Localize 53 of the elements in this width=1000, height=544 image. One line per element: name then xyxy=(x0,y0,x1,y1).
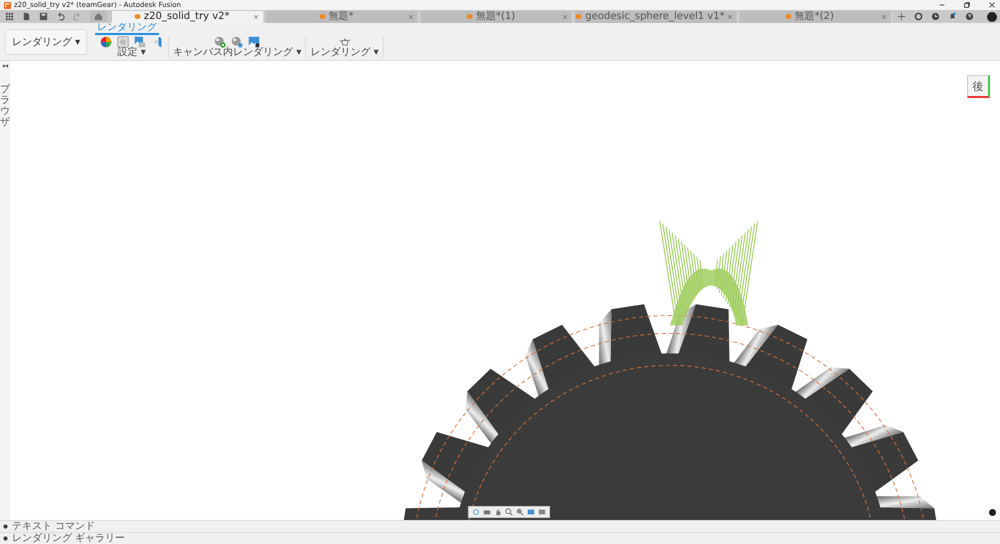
close-tab-icon[interactable] xyxy=(408,14,414,20)
expand-icon[interactable] xyxy=(2,64,8,68)
close-icon[interactable] xyxy=(988,1,996,9)
render-sphere-icon[interactable] xyxy=(213,36,228,48)
home-icon[interactable] xyxy=(90,11,107,22)
teapot-icon[interactable] xyxy=(338,36,352,48)
capture-image-icon[interactable] xyxy=(247,36,262,48)
avatar-icon[interactable] xyxy=(986,12,997,22)
bottom-panel[interactable]: レンダリング ギャラリー xyxy=(0,532,1000,544)
grid-settings-icon[interactable] xyxy=(538,508,546,516)
clock-icon[interactable] xyxy=(930,12,940,21)
panel-label: テキスト コマンド xyxy=(12,522,96,532)
undo-icon[interactable] xyxy=(56,12,65,21)
cube-icon xyxy=(784,13,792,20)
view-cube[interactable]: 後 xyxy=(967,75,990,98)
document-tab[interactable]: 無題* xyxy=(266,10,419,22)
color-wheel-icon[interactable] xyxy=(99,36,114,48)
group-dropdown[interactable]: キャンバス内レンダリング ▾ xyxy=(173,48,302,58)
group-dropdown[interactable]: レンダリング ▾ xyxy=(310,48,379,58)
panel-dot-icon xyxy=(3,524,8,529)
close-tab-icon[interactable] xyxy=(880,14,887,20)
help-icon[interactable] xyxy=(964,12,974,21)
fit-zoom-icon[interactable] xyxy=(516,508,524,516)
panel-label: レンダリング ギャラリー xyxy=(12,534,126,544)
bell-icon[interactable] xyxy=(948,12,957,21)
restore-icon[interactable] xyxy=(963,1,971,9)
document-tab[interactable]: geodesic_sphere_level1 v1* xyxy=(575,10,738,22)
job-status-icon[interactable] xyxy=(914,12,923,21)
new-tab-icon[interactable] xyxy=(896,12,906,21)
document-tab[interactable]: 無題*(1) xyxy=(420,10,574,22)
orbit-icon[interactable] xyxy=(472,508,480,516)
cube-icon xyxy=(134,13,141,20)
file-icon[interactable] xyxy=(22,12,31,21)
bottom-panel[interactable]: テキスト コマンド xyxy=(0,520,1000,532)
browser-panel-label[interactable]: ブラウザ xyxy=(0,84,10,128)
scene-settings-icon[interactable] xyxy=(116,36,130,48)
cube-icon xyxy=(318,13,326,20)
close-tab-icon[interactable] xyxy=(726,14,733,20)
workspace-dropdown[interactable]: レンダリング ▾ xyxy=(5,28,88,54)
pan-hand-icon[interactable] xyxy=(494,508,502,516)
panel-dot-icon xyxy=(3,536,8,541)
close-tab-icon[interactable] xyxy=(562,14,568,20)
landscape-icon[interactable] xyxy=(133,36,148,48)
zoom-icon[interactable] xyxy=(505,508,513,516)
document-tab[interactable]: 無題*(2) xyxy=(740,10,892,22)
close-tab-icon[interactable] xyxy=(253,14,260,20)
group-dropdown[interactable]: 設定 ▾ xyxy=(118,48,146,58)
display-settings-icon[interactable] xyxy=(527,508,535,516)
grid-menu-icon[interactable] xyxy=(5,12,14,21)
cube-icon xyxy=(575,13,582,20)
document-tab[interactable]: z20_solid_try v2* xyxy=(112,10,264,22)
save-icon[interactable] xyxy=(39,12,48,21)
cube-icon xyxy=(466,13,473,20)
